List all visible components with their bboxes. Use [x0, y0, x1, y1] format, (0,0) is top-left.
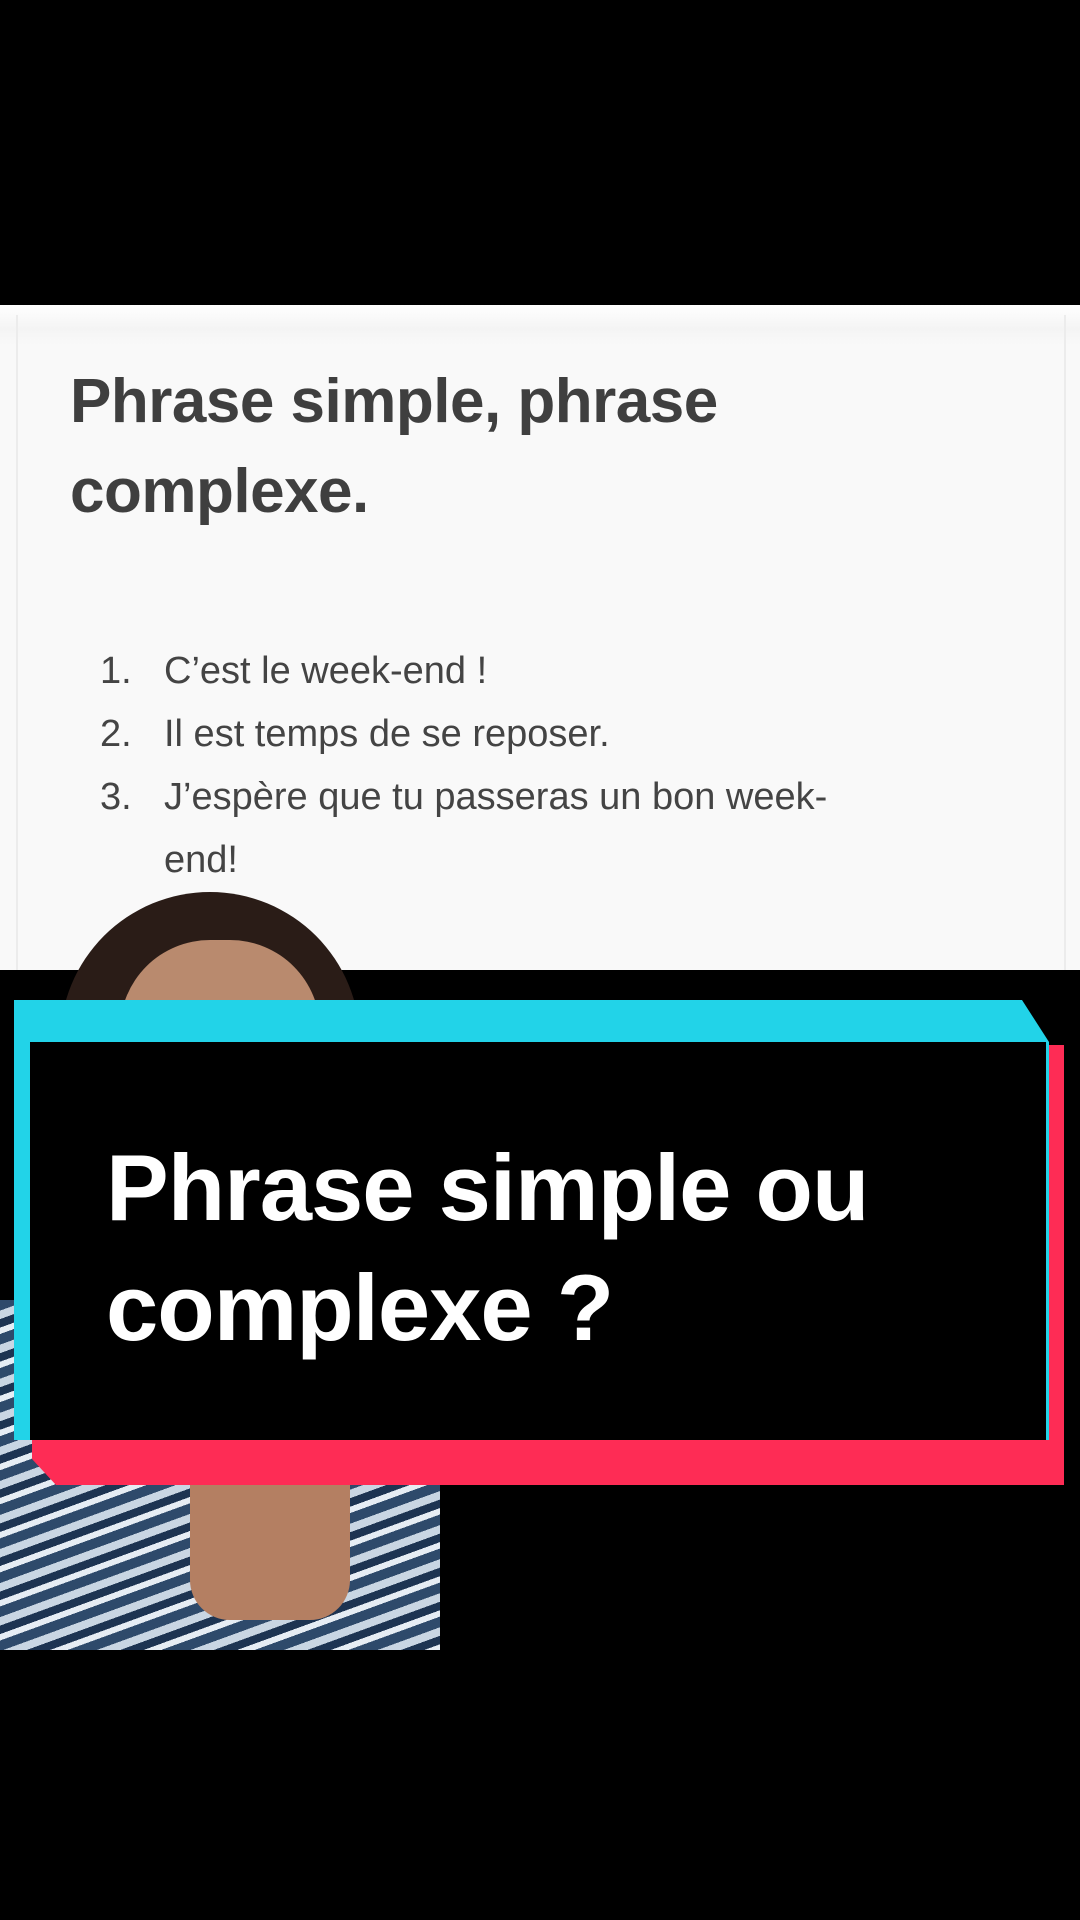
- caption-text: Phrase simple ou complexe ?: [106, 1128, 1006, 1368]
- sentence-list: 1. C’est le week-end ! 2. Il est temps d…: [100, 640, 1000, 892]
- list-item-text-continuation: end!: [164, 839, 238, 881]
- document-title-line2: complexe.: [70, 457, 369, 526]
- caption-sticker: Phrase simple ou complexe ?: [14, 1000, 1064, 1485]
- list-item: 3. J’espère que tu passeras un bon week-…: [100, 766, 1000, 892]
- list-item-number: 2.: [100, 713, 132, 755]
- document-screenshot: Phrase simple, phrase complexe. 1. C’est …: [0, 305, 1080, 970]
- list-item-text: Il est temps de se reposer.: [164, 713, 610, 755]
- document-title: Phrase simple, phrase complexe.: [70, 357, 970, 537]
- list-item-number: 1.: [100, 650, 132, 692]
- list-item-number: 3.: [100, 776, 132, 818]
- caption-line2: complexe ?: [106, 1255, 614, 1360]
- list-item-text: C’est le week-end !: [164, 650, 488, 692]
- video-frame: Phrase simple, phrase complexe. 1. C’est …: [0, 0, 1080, 1920]
- list-item: 1. C’est le week-end !: [100, 640, 1000, 703]
- list-item-text: J’espère que tu passeras un bon week-: [164, 776, 828, 818]
- list-item: 2. Il est temps de se reposer.: [100, 703, 1000, 766]
- caption-line1: Phrase simple ou: [106, 1135, 869, 1240]
- document-title-line1: Phrase simple, phrase: [70, 367, 718, 436]
